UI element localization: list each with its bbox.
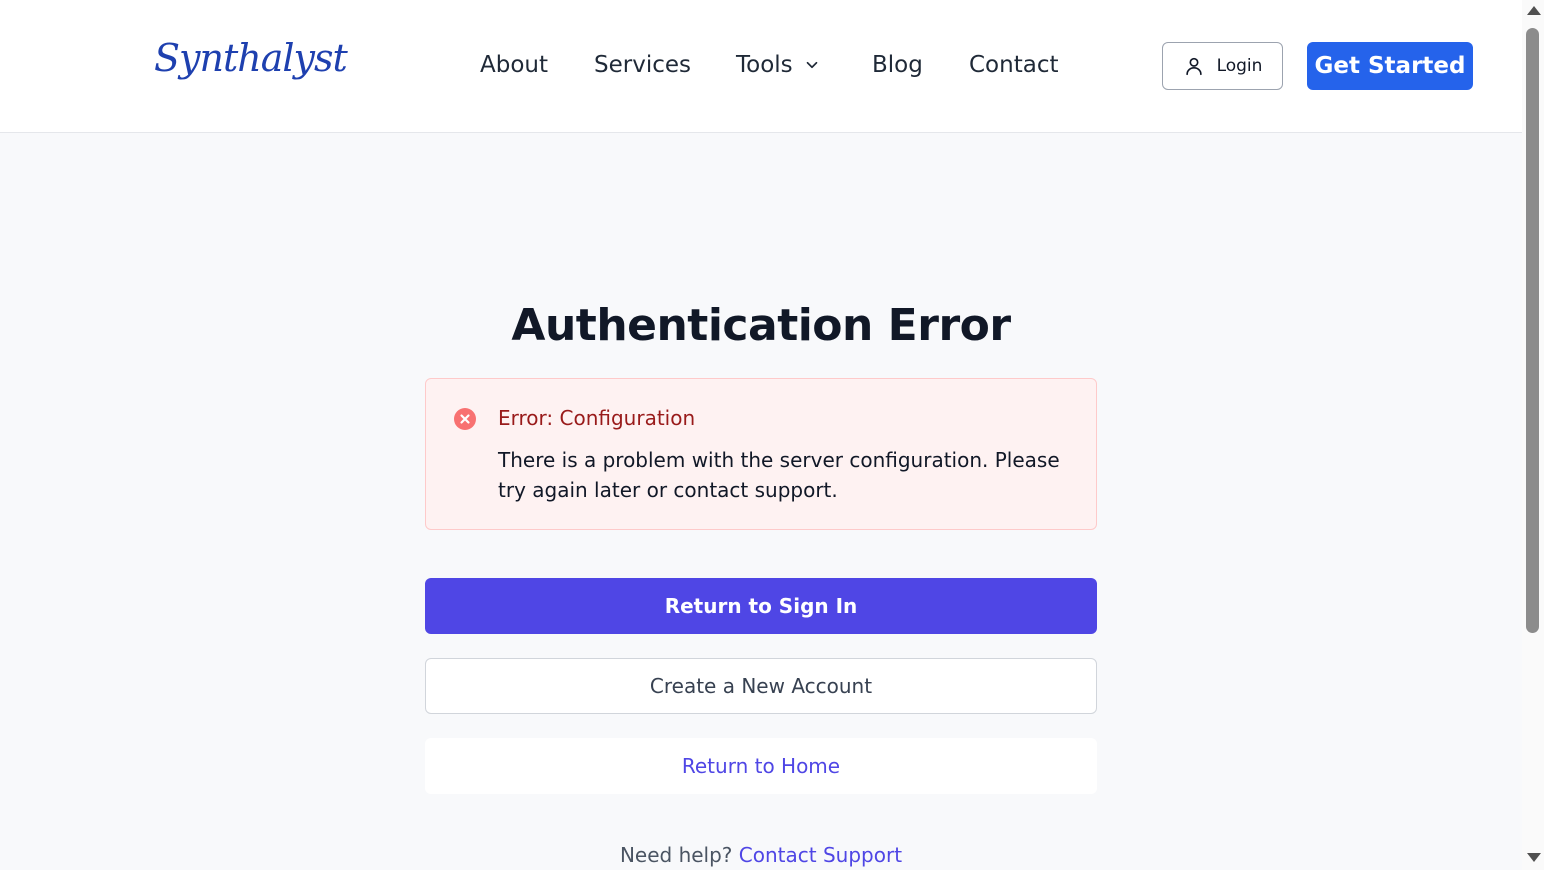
nav-tools[interactable]: Tools	[736, 50, 821, 80]
get-started-button[interactable]: Get Started	[1307, 42, 1473, 90]
alert-title: Error: Configuration	[498, 406, 696, 430]
create-account-button[interactable]: Create a New Account	[425, 658, 1097, 714]
scroll-thumb[interactable]	[1526, 28, 1539, 633]
site-header: Synthalyst About Services Tools Blog Con…	[0, 0, 1522, 133]
scroll-up-arrow-icon[interactable]	[1527, 6, 1541, 15]
return-home-button[interactable]: Return to Home	[425, 738, 1097, 794]
user-icon	[1185, 57, 1202, 76]
login-button[interactable]: Login	[1162, 42, 1283, 90]
x-circle-icon	[454, 408, 476, 430]
alert-message: There is a problem with the server confi…	[498, 448, 1060, 502]
nav-about[interactable]: About	[480, 50, 548, 80]
page-title: Authentication Error	[511, 300, 1011, 351]
help-text: Need help? Contact Support	[425, 843, 1097, 867]
error-alert: Error: Configuration There is a problem …	[425, 378, 1097, 530]
nav-contact[interactable]: Contact	[969, 50, 1058, 80]
login-label: Login	[1216, 56, 1263, 76]
help-prefix: Need help?	[619, 843, 733, 867]
contact-support-link[interactable]: Contact Support	[739, 843, 902, 867]
scroll-down-arrow-icon[interactable]	[1527, 853, 1541, 862]
logo[interactable]: Synthalyst	[154, 36, 348, 80]
nav-tools-label: Tools	[736, 52, 793, 78]
scrollbar[interactable]	[1522, 0, 1544, 870]
chevron-down-icon	[806, 61, 817, 69]
nav-services[interactable]: Services	[594, 50, 691, 80]
nav-blog[interactable]: Blog	[872, 50, 923, 80]
return-to-sign-in-button[interactable]: Return to Sign In	[425, 578, 1097, 634]
